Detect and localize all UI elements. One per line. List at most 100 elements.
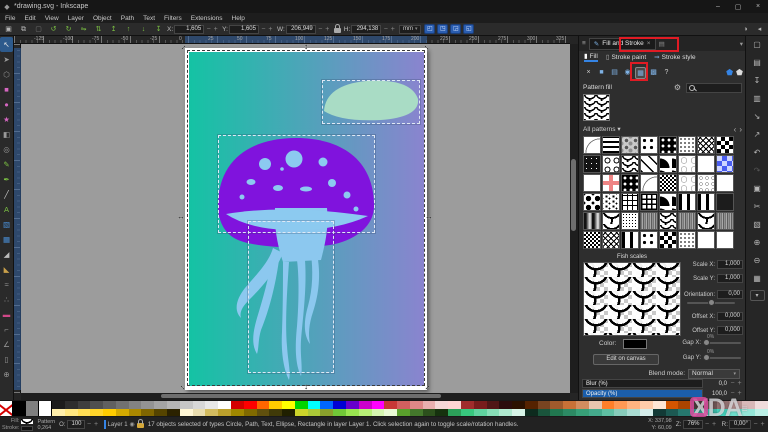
tab-close-icon[interactable]: × [647,40,651,47]
redo-button[interactable]: ↷ [750,164,765,177]
palette-swatch[interactable] [193,409,206,417]
palette-swatch[interactable] [282,409,295,417]
flip-horizontal-button[interactable]: ⇋ [78,24,89,35]
palette-swatch[interactable] [231,401,244,409]
zoom-tool[interactable]: ⊕ [0,367,13,382]
palette-swatch[interactable] [627,409,640,417]
unknown-paint-button[interactable]: ? [661,67,672,79]
palette-swatch[interactable] [614,409,627,417]
pattern-swatch[interactable] [716,136,734,154]
palette-swatch[interactable] [13,401,26,416]
palette-swatch[interactable] [244,409,257,417]
palette-swatch[interactable] [154,409,167,417]
gap-y-knob[interactable] [703,354,710,361]
palette-no-color[interactable] [0,401,13,416]
x-spinner[interactable] [205,25,219,34]
opacity-slider[interactable]: Opacity (%) [582,389,703,398]
spray-tool[interactable]: ∴ [0,292,13,307]
palette-swatch[interactable] [435,409,448,417]
dock-menu-icon[interactable]: ≡ [582,40,586,47]
pattern-swatch[interactable] [583,212,601,230]
lower-to-bottom-button[interactable]: ↧ [153,24,164,35]
lower-button[interactable]: ↓ [138,24,149,35]
palette-swatch[interactable] [576,409,589,417]
pattern-swatch[interactable] [678,193,696,211]
palette-swatch[interactable] [116,409,129,417]
palette-swatch[interactable] [244,401,257,409]
palette-swatch[interactable] [423,401,436,409]
palette-swatch[interactable] [487,401,500,409]
pattern-swatch[interactable] [697,155,715,173]
print-button[interactable]: ▥ [750,92,765,105]
scale-handle-w[interactable]: ↔ [177,213,185,221]
palette-swatch[interactable] [141,409,154,417]
save-document-button[interactable]: ↧ [750,74,765,87]
palette-swatch[interactable] [346,401,359,409]
palette-swatch[interactable] [563,401,576,409]
cut-button[interactable]: ✂ [750,200,765,213]
palette-swatch[interactable] [167,409,180,417]
dock-collapse-icon[interactable]: ▾ [740,40,743,48]
flat-color-button[interactable]: ■ [596,67,607,79]
orientation-slider[interactable] [687,302,735,304]
layer-lock-icon[interactable] [137,423,144,428]
flip-vertical-button[interactable]: ⇅ [93,24,104,35]
menu-object[interactable]: Object [93,15,112,22]
radial-gradient-button[interactable]: ◉ [622,67,633,79]
height-input[interactable]: 294,138 [351,25,381,34]
all-patterns-dropdown[interactable]: All patterns ▾ [583,125,621,133]
palette-swatch[interactable] [397,401,410,409]
select-all-layers-button[interactable]: ⧉ [18,24,29,35]
palette-swatch[interactable] [589,409,602,417]
horizontal-scrollbar-thumb[interactable] [161,394,441,398]
palette-swatch[interactable] [755,401,768,409]
raise-to-top-button[interactable]: ↥ [108,24,119,35]
palette-swatch[interactable] [78,401,91,409]
gap-x-slider[interactable] [703,342,741,344]
palette-swatch[interactable] [563,409,576,417]
pattern-swatch[interactable] [621,212,639,230]
copy-button[interactable]: ▣ [750,182,765,195]
pattern-swatch[interactable] [640,212,658,230]
pattern-swatch[interactable] [716,155,734,173]
palette-swatch[interactable] [448,401,461,409]
mesh-gradient-tool[interactable]: ▦ [0,232,13,247]
width-spinner[interactable] [317,25,331,34]
palette-swatch[interactable] [372,401,385,409]
menu-extensions[interactable]: Extensions [191,15,223,22]
pattern-swatch[interactable] [678,212,696,230]
palette-swatch[interactable] [320,401,333,409]
palette-swatch[interactable] [52,409,65,417]
fill-stroke-tab[interactable]: ✎ Fill and Stroke × [589,38,656,50]
palette-swatch[interactable] [384,409,397,417]
menu-edit[interactable]: Edit [24,15,35,22]
palette-swatch[interactable] [461,401,474,409]
horizontal-scrollbar[interactable] [21,393,570,400]
y-input[interactable]: 1,605 [229,25,259,34]
palette-swatch[interactable] [384,401,397,409]
swatch-button[interactable]: ▩ [648,67,659,79]
pattern-swatch[interactable] [583,193,601,211]
offset-y-input[interactable]: 0,000 [717,326,743,335]
pattern-swatch[interactable] [697,212,715,230]
select-all-button[interactable]: ▣ [3,24,14,35]
palette-swatch[interactable] [218,401,231,409]
palette-swatch[interactable] [103,409,116,417]
lock-ratio-icon[interactable] [334,28,341,33]
palette-swatch[interactable] [359,409,372,417]
tab-stroke-style[interactable]: ⇒Stroke style [654,53,695,61]
document-page[interactable] [185,48,427,390]
palette-swatch[interactable] [90,401,103,409]
scale-stroke-toggle[interactable]: ◰ [424,24,435,34]
snapbar-collapse-button[interactable]: ◂ [754,24,765,35]
palette-swatch[interactable] [282,401,295,409]
display-mode-button[interactable]: ▦ [750,272,765,285]
palette-swatch[interactable] [269,409,282,417]
palette-swatch[interactable] [461,409,474,417]
spiral-tool[interactable]: ◎ [0,142,13,157]
pen-tool[interactable]: ✒ [0,172,13,187]
palette-swatch[interactable] [231,409,244,417]
layer-visibility-icon[interactable]: ◉ [130,421,135,428]
import-button[interactable]: ↘ [750,110,765,123]
palette-swatch[interactable] [410,409,423,417]
